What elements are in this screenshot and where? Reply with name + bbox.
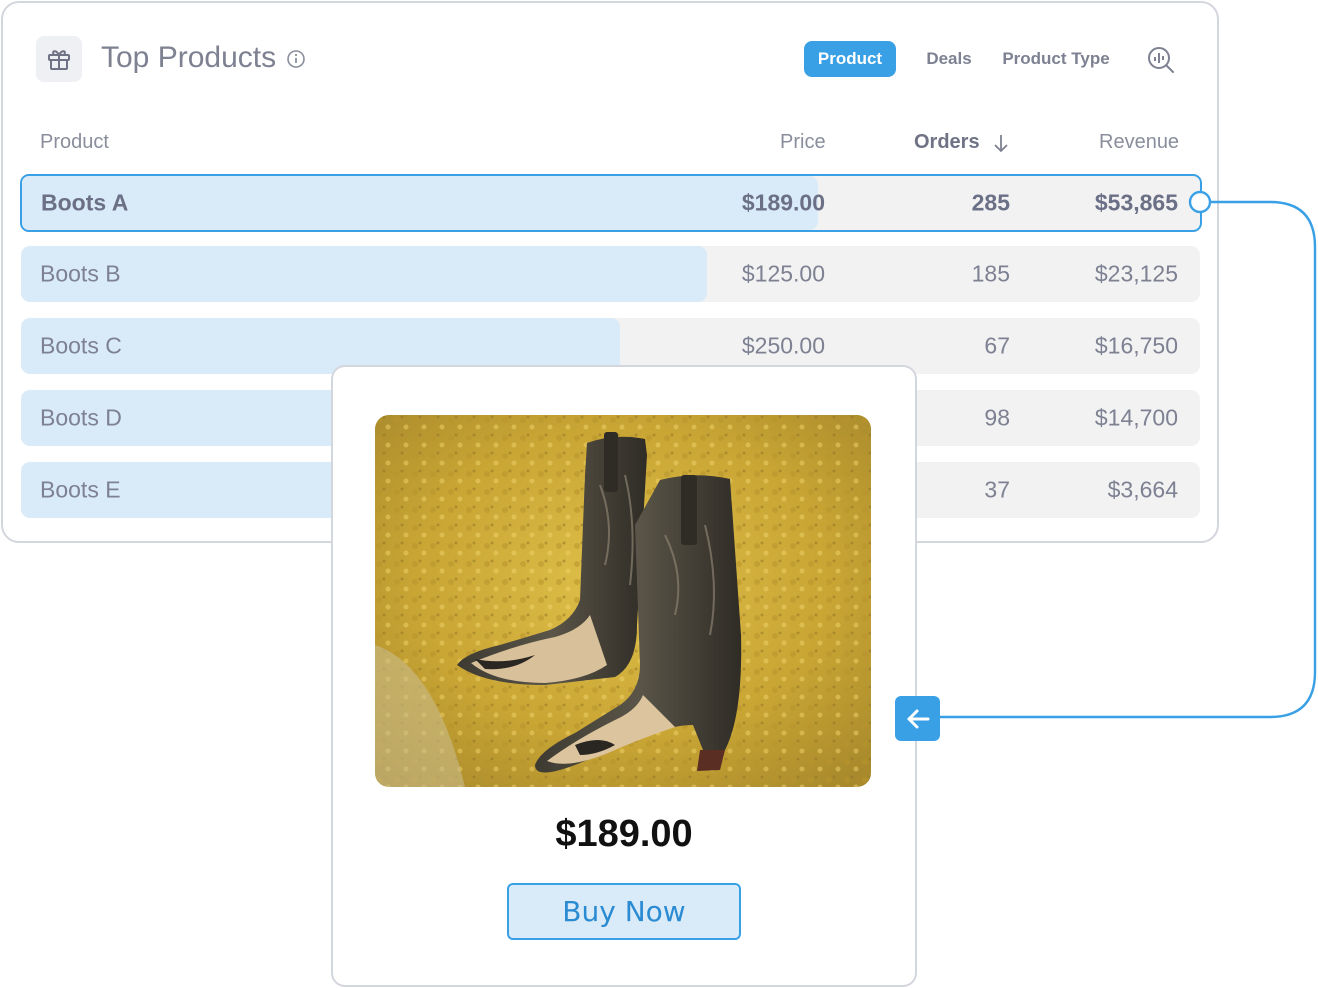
tab-product[interactable]: Product xyxy=(804,41,896,77)
cell-orders: 37 xyxy=(984,476,1010,503)
product-popup-card: $189.00 Buy Now xyxy=(331,365,917,987)
cell-product: Boots D xyxy=(40,404,122,431)
gift-icon xyxy=(36,36,82,82)
cell-revenue: $16,750 xyxy=(1094,332,1178,359)
revenue-share-bar xyxy=(22,176,818,230)
cell-product: Boots B xyxy=(40,260,121,287)
cell-revenue: $3,664 xyxy=(1107,476,1178,503)
panel-title: Top Products xyxy=(101,41,277,74)
cell-orders: 185 xyxy=(971,260,1010,287)
column-header-orders[interactable]: Orders xyxy=(914,131,980,154)
back-arrow-button[interactable] xyxy=(895,696,940,741)
cowboy-boots-photo xyxy=(375,415,871,787)
zoom-analytics-icon[interactable] xyxy=(1146,45,1176,75)
cell-product: Boots A xyxy=(41,189,129,216)
revenue-share-bar xyxy=(21,246,707,302)
table-row[interactable]: Boots A $189.00 285 $53,865 xyxy=(20,174,1202,232)
cell-price: $250.00 xyxy=(741,332,825,359)
cell-product: Boots C xyxy=(40,332,122,359)
table-row[interactable]: Boots B $125.00 185 $23,125 xyxy=(21,246,1200,302)
cell-orders: 285 xyxy=(971,189,1010,216)
buy-now-button[interactable]: Buy Now xyxy=(507,883,741,940)
cell-product: Boots E xyxy=(40,476,121,503)
cell-revenue: $53,865 xyxy=(1094,189,1178,216)
arrow-left-icon xyxy=(907,709,929,728)
info-icon[interactable] xyxy=(286,49,306,69)
popup-price: $189.00 xyxy=(555,813,693,855)
cell-revenue: $23,125 xyxy=(1094,260,1178,287)
tab-deals[interactable]: Deals xyxy=(913,41,985,77)
column-header-product[interactable]: Product xyxy=(40,131,109,154)
column-header-price[interactable]: Price xyxy=(780,131,826,154)
cell-price: $125.00 xyxy=(741,260,825,287)
cell-orders: 67 xyxy=(984,332,1010,359)
tab-product-type[interactable]: Product Type xyxy=(996,41,1116,77)
cell-revenue: $14,700 xyxy=(1094,404,1178,431)
sort-down-icon[interactable] xyxy=(993,133,1009,153)
column-header-revenue[interactable]: Revenue xyxy=(1099,131,1179,154)
cell-orders: 98 xyxy=(984,404,1010,431)
cell-price: $189.00 xyxy=(741,189,825,216)
